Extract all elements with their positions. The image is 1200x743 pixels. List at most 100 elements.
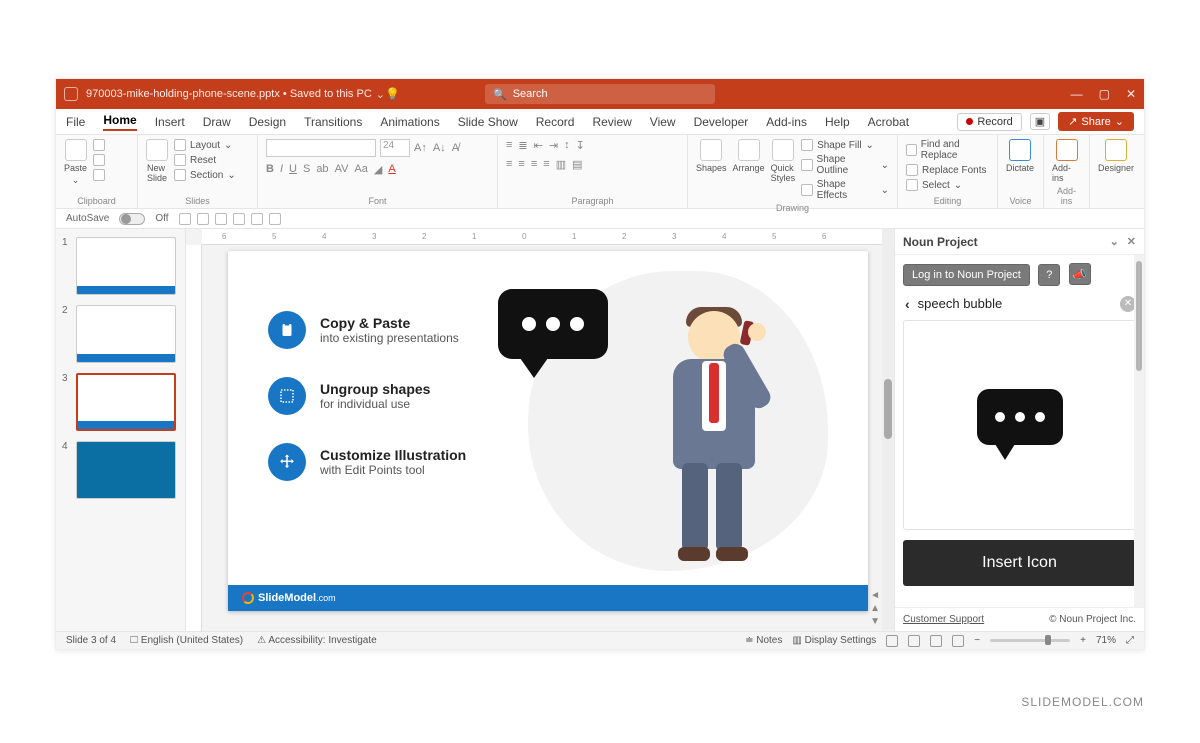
qat-from-beginning-icon[interactable] <box>233 213 245 225</box>
insert-icon-button[interactable]: Insert Icon <box>903 540 1136 586</box>
tab-review[interactable]: Review <box>592 115 631 129</box>
slide-counter[interactable]: Slide 3 of 4 <box>66 635 116 646</box>
columns-button[interactable]: ▥ <box>556 158 566 171</box>
smartart-button[interactable]: ▤ <box>572 158 582 171</box>
layout-button[interactable]: Layout ⌄ <box>174 139 236 151</box>
highlight-button[interactable]: ◢ <box>374 163 382 176</box>
clear-format-icon[interactable]: A̸ <box>452 142 459 154</box>
qat-undo-icon[interactable] <box>197 213 209 225</box>
text-direction-button[interactable]: ↧ <box>576 139 585 152</box>
tab-animations[interactable]: Animations <box>380 115 439 129</box>
designer-button[interactable]: Designer <box>1098 139 1134 173</box>
font-size-select[interactable]: 24 <box>380 139 410 157</box>
lightbulb-icon[interactable]: 💡 <box>385 87 400 101</box>
zoom-out-button[interactable]: − <box>974 635 980 646</box>
shadow-button[interactable]: ab <box>316 163 328 176</box>
indent-inc-button[interactable]: ⇥ <box>549 139 558 152</box>
thumbnail-1[interactable] <box>76 237 176 295</box>
spacing-button[interactable]: AV <box>335 163 349 176</box>
qat-redo-icon[interactable] <box>215 213 227 225</box>
tab-slideshow[interactable]: Slide Show <box>458 115 518 129</box>
thumbnail-2[interactable] <box>76 305 176 363</box>
present-button[interactable]: ▣ <box>1030 113 1050 130</box>
underline-button[interactable]: U <box>289 163 297 176</box>
share-button[interactable]: ↗ Share ⌄ <box>1058 112 1134 131</box>
zoom-slider[interactable] <box>990 639 1070 642</box>
canvas-scrollbar[interactable] <box>882 229 894 631</box>
increase-font-icon[interactable]: A↑ <box>414 142 427 154</box>
qat-save-icon[interactable] <box>179 213 191 225</box>
justify-button[interactable]: ≡ <box>543 158 549 171</box>
tab-acrobat[interactable]: Acrobat <box>868 115 909 129</box>
shape-effects-button[interactable]: Shape Effects ⌄ <box>801 179 889 201</box>
cut-button[interactable] <box>93 139 105 151</box>
replace-fonts-button[interactable]: Replace Fonts <box>906 164 989 176</box>
addins-button[interactable]: Add-ins <box>1052 139 1081 183</box>
normal-view-icon[interactable] <box>886 635 898 647</box>
display-settings-button[interactable]: ▥ Display Settings <box>792 635 876 646</box>
paste-button[interactable]: Paste⌄ <box>64 139 87 186</box>
case-button[interactable]: Aa <box>354 163 367 176</box>
login-button[interactable]: Log in to Noun Project <box>903 264 1030 286</box>
language-status[interactable]: 🞎 English (United States) <box>130 635 243 646</box>
tab-design[interactable]: Design <box>249 115 286 129</box>
sorter-view-icon[interactable] <box>908 635 920 647</box>
record-button[interactable]: Record <box>957 113 1021 131</box>
slideshow-view-icon[interactable] <box>952 635 964 647</box>
back-icon[interactable]: ‹ <box>903 296 912 312</box>
tab-insert[interactable]: Insert <box>155 115 185 129</box>
announce-button[interactable]: 📣 <box>1069 263 1091 285</box>
select-button[interactable]: Select ⌄ <box>906 179 989 191</box>
notes-button[interactable]: ≐ Notes <box>745 635 782 646</box>
tab-view[interactable]: View <box>650 115 676 129</box>
numbering-button[interactable]: ≣ <box>518 139 527 152</box>
italic-button[interactable]: I <box>280 163 283 176</box>
new-slide-button[interactable]: New Slide <box>146 139 168 183</box>
tab-developer[interactable]: Developer <box>694 115 749 129</box>
tab-home[interactable]: Home <box>103 113 136 131</box>
panel-close-icon[interactable]: ✕ <box>1127 235 1136 248</box>
help-button[interactable]: ? <box>1038 264 1060 286</box>
align-right-button[interactable]: ≡ <box>531 158 537 171</box>
minimize-button[interactable]: — <box>1071 87 1083 101</box>
search-term[interactable]: speech bubble <box>918 296 1114 311</box>
indent-dec-button[interactable]: ⇤ <box>534 139 543 152</box>
shape-outline-button[interactable]: Shape Outline ⌄ <box>801 154 889 176</box>
tab-addins[interactable]: Add-ins <box>766 115 807 129</box>
reset-button[interactable]: Reset <box>174 154 236 166</box>
strike-button[interactable]: S <box>303 163 310 176</box>
tab-file[interactable]: File <box>66 115 85 129</box>
align-center-button[interactable]: ≡ <box>518 158 524 171</box>
font-color-button[interactable]: A <box>388 163 395 176</box>
qat-custom-icon[interactable] <box>269 213 281 225</box>
fit-window-icon[interactable]: ⤢ <box>1126 635 1134 646</box>
maximize-button[interactable]: ▢ <box>1099 87 1110 101</box>
quick-styles-button[interactable]: Quick Styles <box>771 139 796 183</box>
tab-transitions[interactable]: Transitions <box>304 115 362 129</box>
shapes-button[interactable]: Shapes <box>696 139 727 173</box>
qat-more-icon[interactable] <box>251 213 263 225</box>
title-caret-icon[interactable]: ⌄ <box>376 88 385 101</box>
section-button[interactable]: Section ⌄ <box>174 169 236 181</box>
close-button[interactable]: ✕ <box>1126 87 1136 101</box>
accessibility-status[interactable]: ⚠ Accessibility: Investigate <box>257 635 377 646</box>
font-family-select[interactable] <box>266 139 376 157</box>
format-painter-button[interactable] <box>93 169 105 181</box>
panel-scrollbar[interactable] <box>1134 255 1144 607</box>
slide-canvas[interactable]: Copy & Pasteinto existing presentations … <box>228 251 868 611</box>
tab-draw[interactable]: Draw <box>203 115 231 129</box>
arrange-button[interactable]: Arrange <box>733 139 765 173</box>
bold-button[interactable]: B <box>266 163 274 176</box>
find-replace-button[interactable]: Find and Replace <box>906 139 989 161</box>
line-spacing-button[interactable]: ↕ <box>564 139 570 152</box>
align-left-button[interactable]: ≡ <box>506 158 512 171</box>
tab-help[interactable]: Help <box>825 115 850 129</box>
thumbnail-3[interactable] <box>76 373 176 431</box>
zoom-in-button[interactable]: + <box>1080 635 1086 646</box>
decrease-font-icon[interactable]: A↓ <box>433 142 446 154</box>
search-box[interactable]: 🔍 Search <box>485 84 715 104</box>
canvas-nav-arrows[interactable]: ◄▲▼ <box>870 590 880 627</box>
shape-fill-button[interactable]: Shape Fill ⌄ <box>801 139 889 151</box>
bullets-button[interactable]: ≡ <box>506 139 512 152</box>
thumbnail-4[interactable] <box>76 441 176 499</box>
